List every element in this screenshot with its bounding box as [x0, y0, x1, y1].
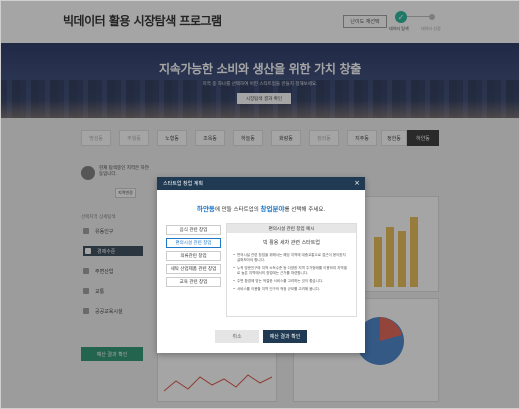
question-text-end: 를 선택해 주세요.: [284, 207, 326, 213]
close-icon[interactable]: ×: [354, 179, 360, 187]
detail-bullet: 주변 환경에 맞는 적절한 서비스를 고려하는 것이 좋습니다.: [233, 279, 350, 284]
app-frame: 빅데이터 활용 시장탐색 프로그램 난이도 재선택 ✓ 데이터 탐색 데이터 선…: [0, 0, 520, 409]
confirm-button[interactable]: 예산 결과 확인: [263, 330, 307, 343]
detail-bullet: 서비스를 이용할 지역 인구의 적정 규모를 고려해 봅니다.: [233, 287, 350, 292]
option-clothing[interactable]: 의류관련 창업: [166, 251, 221, 261]
option-education[interactable]: 교육 관련 창업: [166, 277, 221, 287]
cancel-button[interactable]: 취소: [215, 330, 259, 343]
option-list: 음식 관련 창업 편의시설 관련 창업 의류관련 창업 세탁 산업제품 관련 창…: [166, 225, 221, 290]
modal-header: 스타트업 창업 계획 ×: [157, 177, 365, 190]
detail-title: 빅 활용 세차 관련 스타트업: [263, 240, 320, 246]
modal-question: 하얀동에 만들 스타트업의 창업분야를 선택해 주세요.: [157, 203, 365, 213]
option-detail-panel: 편의시설 관련 창업 예시 빅 활용 세차 관련 스타트업 편의시설 관련 창업…: [226, 223, 357, 317]
option-laundry[interactable]: 세탁 산업제품 관련 창업: [166, 264, 221, 274]
option-convenience[interactable]: 편의시설 관련 창업: [166, 238, 221, 248]
startup-plan-modal: 스타트업 창업 계획 × 하얀동에 만들 스타트업의 창업분야를 선택해 주세요…: [157, 177, 365, 353]
modal-title: 스타트업 창업 계획: [163, 181, 203, 187]
question-field: 창업분야: [260, 205, 285, 213]
detail-bullet: 편의시설 관련 창업을 위해서는 해당 지역에 대중교통으로 접근이 용이한지 …: [233, 253, 350, 263]
detail-header: 편의시설 관련 창업 예시: [227, 224, 356, 233]
detail-bullets: 편의시설 관련 창업을 위해서는 해당 지역에 대중교통으로 접근이 용이한지 …: [233, 253, 350, 295]
option-food[interactable]: 음식 관련 창업: [166, 225, 221, 235]
detail-bullet: 누적 방문인구와 지역 소득수준 등 다양한 지역 주거형태를 이용하여 지역별…: [233, 266, 350, 276]
question-area: 하얀동: [196, 205, 215, 213]
question-text: 에 만들 스타트업의: [214, 207, 261, 213]
